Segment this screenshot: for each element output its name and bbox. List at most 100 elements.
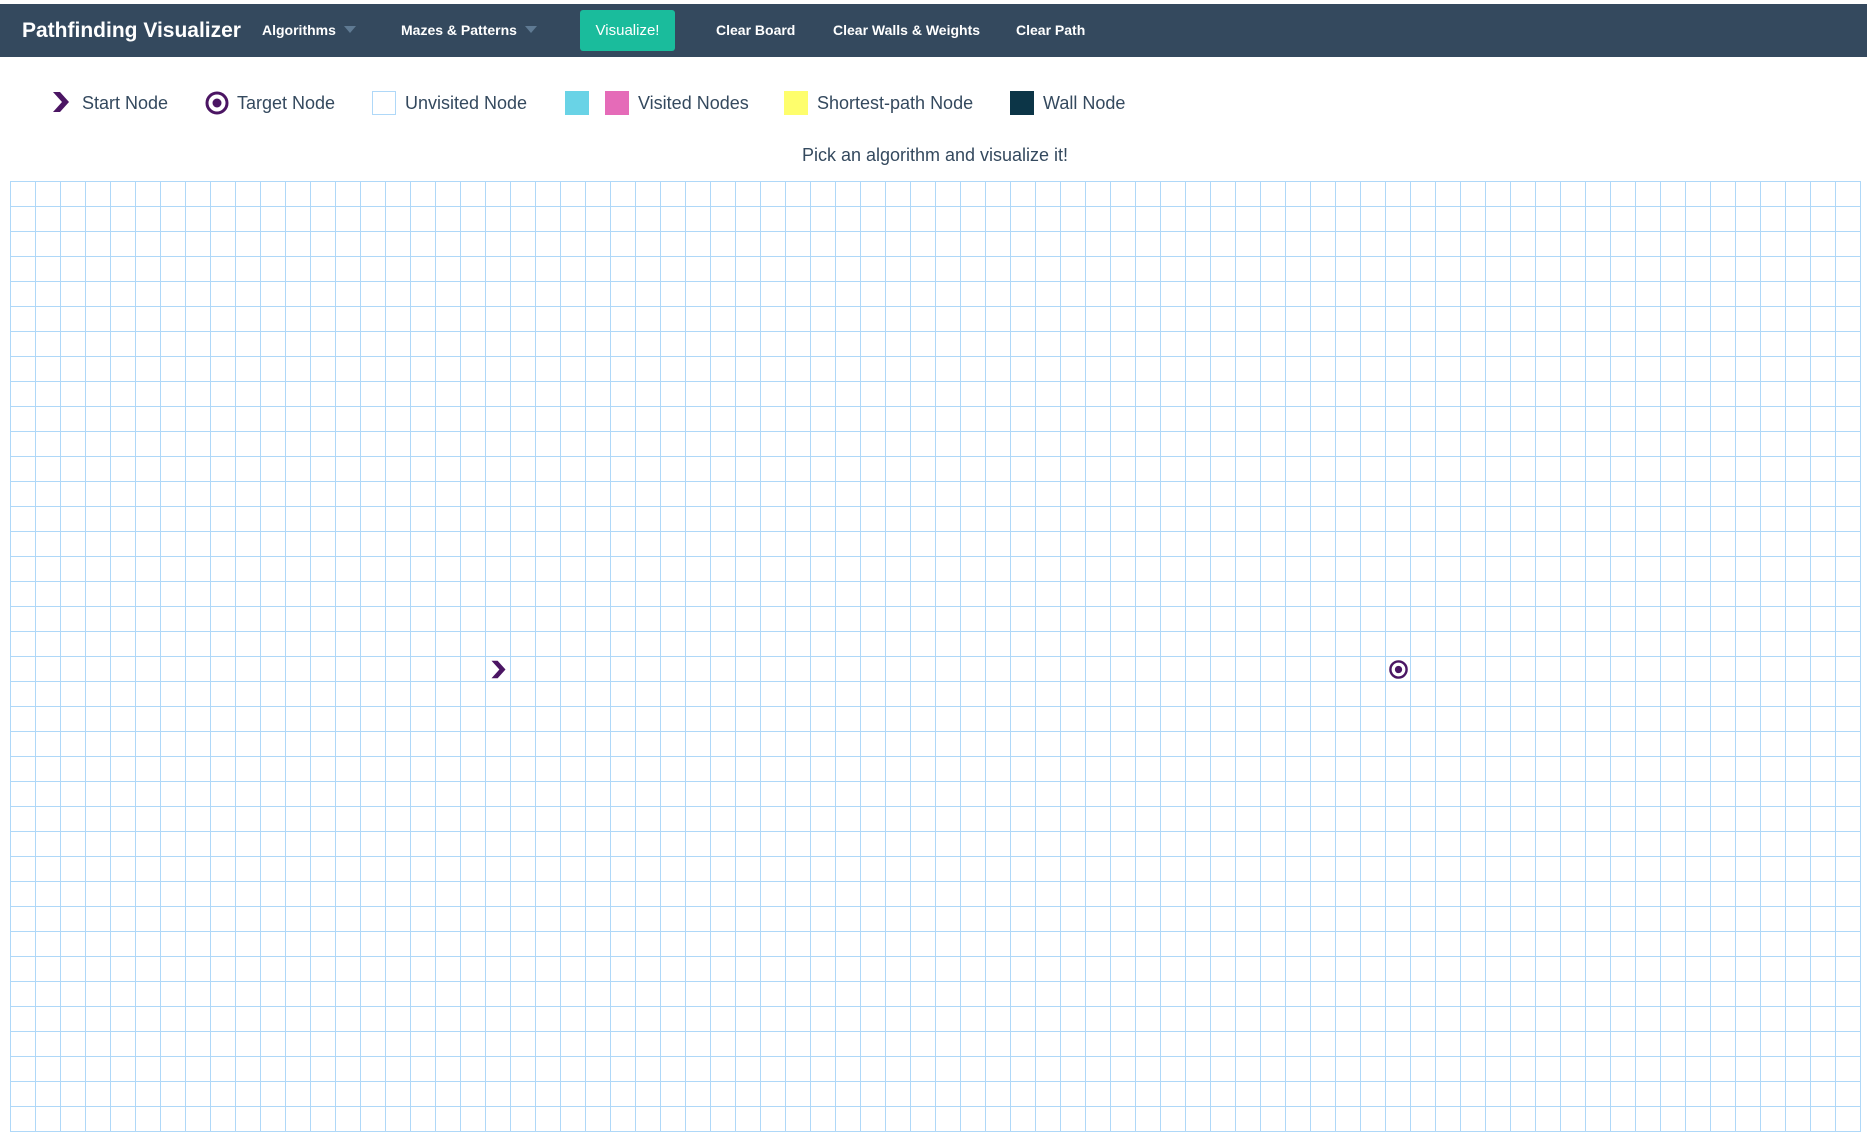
grid-cell[interactable] — [1586, 1007, 1611, 1032]
grid-cell[interactable] — [1536, 532, 1561, 557]
grid-cell[interactable] — [836, 232, 861, 257]
grid-cell[interactable] — [1186, 582, 1211, 607]
grid-cell[interactable] — [186, 557, 211, 582]
grid-cell[interactable] — [961, 357, 986, 382]
grid-cell[interactable] — [786, 482, 811, 507]
grid-cell[interactable] — [836, 757, 861, 782]
grid-cell[interactable] — [961, 532, 986, 557]
grid-cell[interactable] — [636, 507, 661, 532]
grid-cell[interactable] — [461, 307, 486, 332]
grid-cell[interactable] — [936, 832, 961, 857]
grid-cell[interactable] — [1661, 732, 1686, 757]
grid-cell[interactable] — [1586, 182, 1611, 207]
grid-cell[interactable] — [1636, 432, 1661, 457]
grid-cell[interactable] — [536, 857, 561, 882]
grid-cell[interactable] — [911, 732, 936, 757]
grid-cell[interactable] — [1461, 932, 1486, 957]
grid-cell[interactable] — [511, 732, 536, 757]
grid-cell[interactable] — [786, 757, 811, 782]
grid-cell[interactable] — [61, 482, 86, 507]
grid-cell[interactable] — [336, 857, 361, 882]
grid-cell[interactable] — [961, 407, 986, 432]
grid-cell[interactable] — [1511, 757, 1536, 782]
grid-cell[interactable] — [286, 407, 311, 432]
grid-cell[interactable] — [361, 857, 386, 882]
grid-cell[interactable] — [286, 807, 311, 832]
grid-cell[interactable] — [1311, 432, 1336, 457]
grid-cell[interactable] — [1711, 407, 1736, 432]
grid-cell[interactable] — [361, 882, 386, 907]
grid-cell[interactable] — [761, 1107, 786, 1132]
grid-cell[interactable] — [886, 707, 911, 732]
grid-cell[interactable] — [36, 1107, 61, 1132]
grid-cell[interactable] — [1486, 932, 1511, 957]
grid-cell[interactable] — [161, 757, 186, 782]
grid-cell[interactable] — [136, 857, 161, 882]
grid-cell[interactable] — [311, 957, 336, 982]
grid-cell[interactable] — [736, 607, 761, 632]
grid-cell[interactable] — [311, 407, 336, 432]
grid-cell[interactable] — [836, 432, 861, 457]
grid-cell[interactable] — [1561, 557, 1586, 582]
grid-cell[interactable] — [811, 282, 836, 307]
grid-cell[interactable] — [236, 1007, 261, 1032]
grid-cell[interactable] — [1386, 557, 1411, 582]
grid-cell[interactable] — [1686, 932, 1711, 957]
grid-cell[interactable] — [261, 307, 286, 332]
grid-cell[interactable] — [136, 957, 161, 982]
grid-cell[interactable] — [1461, 482, 1486, 507]
grid-cell[interactable] — [1836, 332, 1861, 357]
grid-cell[interactable] — [836, 332, 861, 357]
grid-cell[interactable] — [311, 257, 336, 282]
grid-cell[interactable] — [1461, 657, 1486, 682]
grid-cell[interactable] — [661, 1107, 686, 1132]
grid-cell[interactable] — [1086, 357, 1111, 382]
grid-cell[interactable] — [1536, 932, 1561, 957]
grid-cell[interactable] — [986, 182, 1011, 207]
grid-cell[interactable] — [1136, 282, 1161, 307]
grid-cell[interactable] — [611, 482, 636, 507]
grid-cell[interactable] — [36, 682, 61, 707]
grid-cell[interactable] — [61, 857, 86, 882]
grid-cell[interactable] — [1211, 732, 1236, 757]
grid-cell[interactable] — [1811, 807, 1836, 832]
grid-cell[interactable] — [811, 257, 836, 282]
grid-cell[interactable] — [1261, 832, 1286, 857]
grid-cell[interactable] — [586, 232, 611, 257]
grid-cell[interactable] — [1061, 207, 1086, 232]
grid-cell[interactable] — [161, 357, 186, 382]
grid-cell[interactable] — [1811, 1082, 1836, 1107]
grid-cell[interactable] — [686, 332, 711, 357]
grid-cell[interactable] — [311, 332, 336, 357]
grid-cell[interactable] — [1711, 357, 1736, 382]
grid-cell[interactable] — [1511, 482, 1536, 507]
grid-cell[interactable] — [961, 707, 986, 732]
grid-cell[interactable] — [61, 207, 86, 232]
grid-cell[interactable] — [61, 332, 86, 357]
grid-cell[interactable] — [1186, 557, 1211, 582]
grid-cell[interactable] — [811, 1082, 836, 1107]
grid-cell[interactable] — [1761, 182, 1786, 207]
grid-cell[interactable] — [811, 432, 836, 457]
grid-cell[interactable] — [286, 282, 311, 307]
grid-cell[interactable] — [36, 1007, 61, 1032]
grid-cell[interactable] — [36, 807, 61, 832]
grid-cell[interactable] — [386, 832, 411, 857]
grid-cell[interactable] — [411, 507, 436, 532]
grid-cell[interactable] — [1686, 482, 1711, 507]
grid-cell[interactable] — [1186, 1107, 1211, 1132]
grid-cell[interactable] — [736, 332, 761, 357]
grid-cell[interactable] — [1311, 357, 1336, 382]
grid-cell[interactable] — [1811, 857, 1836, 882]
grid-cell[interactable] — [986, 1107, 1011, 1132]
grid-cell[interactable] — [61, 1032, 86, 1057]
grid-cell[interactable] — [1361, 882, 1386, 907]
grid-cell[interactable] — [1036, 207, 1061, 232]
grid-cell[interactable] — [11, 257, 36, 282]
grid-cell[interactable] — [111, 582, 136, 607]
grid-cell[interactable] — [111, 1007, 136, 1032]
grid-cell[interactable] — [1136, 257, 1161, 282]
grid-cell[interactable] — [1161, 1057, 1186, 1082]
grid-cell[interactable] — [586, 832, 611, 857]
grid-cell[interactable] — [686, 357, 711, 382]
